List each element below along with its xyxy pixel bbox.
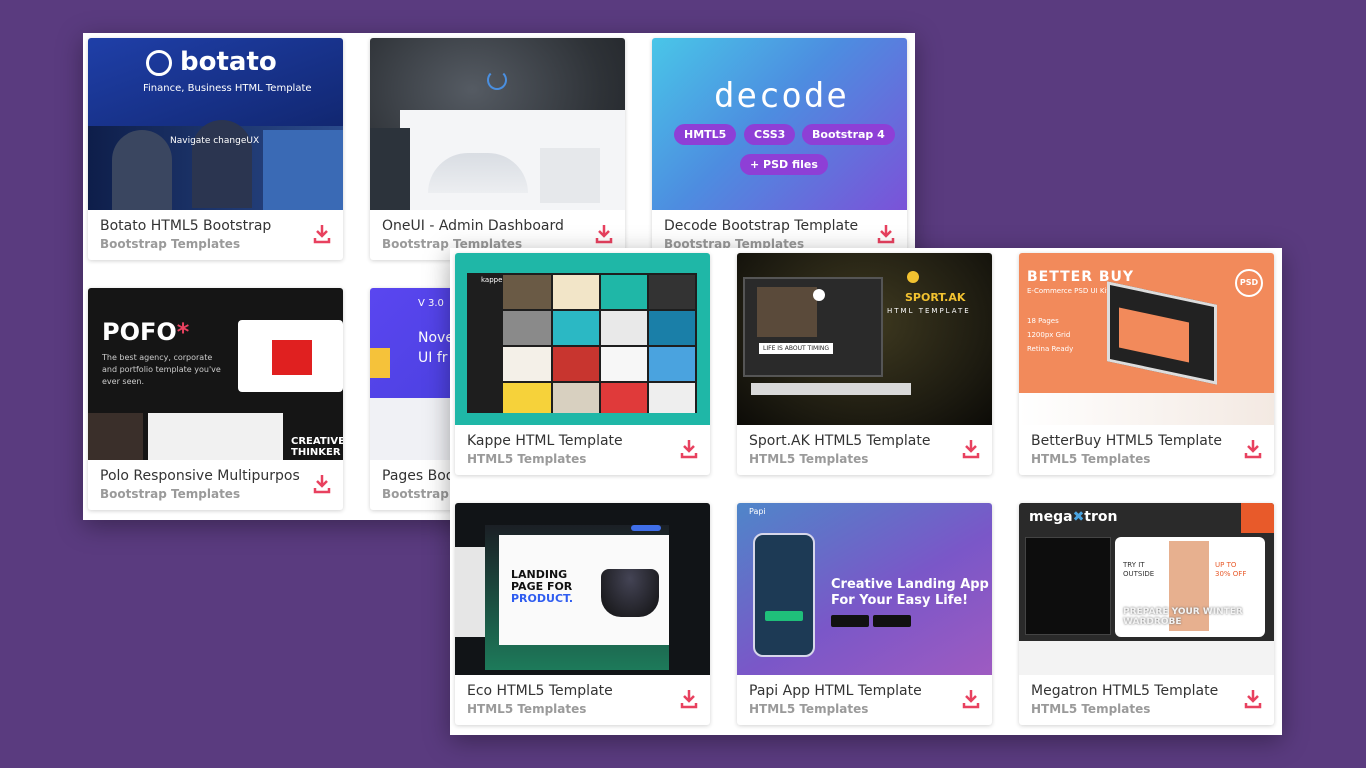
phone-preview (753, 533, 815, 657)
person-image (192, 120, 252, 208)
card-category: HTML5 Templates (749, 702, 869, 716)
template-thumbnail[interactable]: Papi Creative Landing App For Your Easy … (737, 503, 992, 675)
thumb-brand: decode (714, 76, 849, 116)
template-card-betterbuy[interactable]: BETTER BUY E-Commerce PSD UI Kit 18 Page… (1019, 253, 1274, 475)
template-gallery-front: kappe Kappe HTML Template HTML5 Template… (450, 248, 1282, 735)
card-title: Botato HTML5 Bootstrap (100, 218, 272, 234)
botato-logo-icon (146, 50, 172, 76)
thumb-brand: botato (180, 47, 277, 77)
download-icon[interactable] (1244, 689, 1262, 709)
device-preview (1025, 537, 1111, 635)
template-card-eco[interactable]: LANDING PAGE FOR PRODUCT. Eco HTML5 Temp… (455, 503, 710, 725)
speaker-image (601, 569, 659, 617)
template-card-oneui[interactable]: OneUI - Admin Dashboard Bootstrap Templa… (370, 38, 625, 260)
template-thumbnail[interactable]: mega✖tron TRY IT OUTSIDE UP TO 30% OFF P… (1019, 503, 1274, 675)
card-category: Bootstrap Templates (100, 237, 241, 251)
download-icon[interactable] (680, 439, 698, 459)
download-icon[interactable] (680, 689, 698, 709)
card-category: HTML5 Templates (467, 452, 587, 466)
card-title: Papi App HTML Template (749, 683, 922, 699)
template-thumbnail[interactable] (370, 38, 625, 210)
card-title: Sport.AK HTML5 Template (749, 433, 931, 449)
template-card-kappe[interactable]: kappe Kappe HTML Template HTML5 Template… (455, 253, 710, 475)
download-icon[interactable] (962, 439, 980, 459)
template-card-megatron[interactable]: mega✖tron TRY IT OUTSIDE UP TO 30% OFF P… (1019, 503, 1274, 725)
template-card-papi[interactable]: Papi Creative Landing App For Your Easy … (737, 503, 992, 725)
download-icon[interactable] (595, 224, 613, 244)
download-icon[interactable] (1244, 439, 1262, 459)
card-title: Megatron HTML5 Template (1031, 683, 1219, 699)
spinner-icon (487, 70, 507, 90)
thumb-brand: BETTER BUY (1027, 269, 1135, 285)
card-title: Polo Responsive Multipurpose (100, 468, 300, 484)
template-thumbnail[interactable]: POFO* The best agency, corporate and por… (88, 288, 343, 460)
card-category: Bootstrap Templates (100, 487, 241, 501)
thumb-brand: SPORT.AK (905, 291, 966, 304)
download-icon[interactable] (313, 224, 331, 244)
thumb-subtitle: Finance, Business HTML Template (143, 83, 312, 94)
card-title: Kappe HTML Template (467, 433, 623, 449)
card-title: Eco HTML5 Template (467, 683, 613, 699)
template-thumbnail[interactable]: decode HMTL5 CSS3 Bootstrap 4 + PSD file… (652, 38, 907, 210)
template-card-decode[interactable]: decode HMTL5 CSS3 Bootstrap 4 + PSD file… (652, 38, 907, 260)
thumb-brand: mega✖tron (1029, 509, 1118, 525)
template-card-sportak[interactable]: LIFE IS ABOUT TIMING SPORT.AK HTML TEMPL… (737, 253, 992, 475)
template-thumbnail[interactable]: BETTER BUY E-Commerce PSD UI Kit 18 Page… (1019, 253, 1274, 425)
card-title: OneUI - Admin Dashboard (382, 218, 564, 234)
card-category: HTML5 Templates (467, 702, 587, 716)
person-image (112, 130, 172, 210)
template-card-botato[interactable]: botato Finance, Business HTML Template N… (88, 38, 343, 260)
corner-badge (1241, 503, 1274, 533)
card-category: HTML5 Templates (1031, 452, 1151, 466)
download-icon[interactable] (877, 224, 895, 244)
card-title: Decode Bootstrap Template (664, 218, 859, 234)
thumb-brand: POFO* (102, 318, 190, 346)
template-thumbnail[interactable]: LIFE IS ABOUT TIMING SPORT.AK HTML TEMPL… (737, 253, 992, 425)
card-category: HTML5 Templates (749, 452, 869, 466)
google-play-button (831, 615, 869, 627)
card-category: HTML5 Templates (1031, 702, 1151, 716)
card-title: BetterBuy HTML5 Template (1031, 433, 1222, 449)
download-icon[interactable] (313, 474, 331, 494)
ball-icon (813, 289, 825, 301)
template-thumbnail[interactable]: LANDING PAGE FOR PRODUCT. (455, 503, 710, 675)
download-icon[interactable] (962, 689, 980, 709)
template-thumbnail[interactable]: kappe (455, 253, 710, 425)
template-card-pofo[interactable]: POFO* The best agency, corporate and por… (88, 288, 343, 510)
app-store-button (873, 615, 911, 627)
template-thumbnail[interactable]: botato Finance, Business HTML Template N… (88, 38, 343, 210)
psd-badge: PSD (1235, 269, 1263, 297)
thumb-brand: Papi (749, 507, 766, 516)
